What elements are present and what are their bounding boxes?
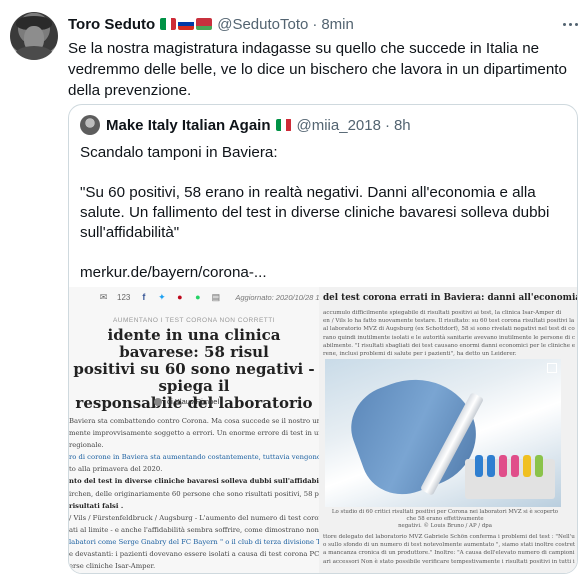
article-author: di Klaus Rimpel	[154, 397, 219, 406]
flag-italy-icon	[275, 119, 292, 131]
facebook-icon: f	[142, 292, 146, 302]
quoted-tweet-header: Make Italy Italian Again @miia_2018 · 8h	[80, 115, 411, 135]
quoted-author-flags	[275, 119, 292, 131]
article-line: labatori come Serge Gnabry del FC Bayern…	[69, 537, 319, 546]
article-line: Baviera sta combattendo contro Corona. M…	[69, 417, 319, 425]
print-icon: ▤	[211, 292, 221, 302]
timestamp[interactable]: 8min	[321, 16, 354, 33]
more-options-icon[interactable]	[560, 14, 580, 34]
test-tube	[511, 455, 519, 477]
article-line: al laboratorio MVZ di Augsburg (ex Schot…	[323, 326, 575, 333]
article-line: nto del test in diverse cliniche bavares…	[69, 477, 319, 486]
share-count: 123	[117, 293, 131, 302]
test-tube	[523, 455, 531, 477]
article-right-title: del test corona errati in Baviera: danni…	[323, 293, 578, 303]
author-flags	[160, 18, 213, 30]
quoted-tweet-text: Scandalo tamponi in Baviera: "Su 60 posi…	[80, 144, 550, 281]
article-line: / Vils / Fürstenfeldbruck / Augsburg - L…	[69, 513, 319, 522]
article-right-body-2: ttore delegato del laboratorio MVZ Gabri…	[323, 533, 575, 566]
quoted-timestamp: 8h	[393, 116, 411, 134]
article-line: mente improvvisamente soggetto a errori.…	[69, 429, 319, 438]
tweet[interactable]: Toro Seduto @SedutoToto · 8min Se la nos…	[0, 0, 588, 584]
tweet-header: Toro Seduto @SedutoToto · 8min	[68, 14, 354, 34]
test-tube	[535, 455, 543, 477]
article-right-body: accumulo difficilmente spiegabile di ris…	[323, 309, 575, 358]
article-line: accumulo difficilmente spiegabile di ris…	[323, 310, 562, 316]
article-line: to alla primavera del 2020.	[69, 465, 163, 474]
lab-photo	[325, 359, 561, 507]
share-bar: ✉ 123 f ✦ ● ● ▤ Aggiornato: 2020/10/28 1…	[99, 292, 348, 303]
article-line: ari accessori Non è stato possibile veri…	[323, 558, 575, 565]
article-line: ttore delegato del laboratorio MVZ Gabri…	[323, 534, 575, 540]
article-line: o sullo sfondo di un numero di test note…	[323, 542, 575, 549]
article-rubric: AUMENTANO I TEST CORONA NON CORRETTI	[112, 317, 276, 324]
author-name[interactable]: Toro Seduto	[68, 16, 155, 33]
article-body: Baviera sta combattendo contro Corona. M…	[69, 415, 319, 572]
article-line: e devastanti: i pazienti dovevano essere…	[69, 550, 319, 559]
tweet-text: Se la nostra magistratura indagasse su q…	[68, 40, 567, 99]
author-avatar[interactable]	[10, 12, 58, 60]
separator-dot: ·	[384, 116, 390, 134]
twitter-icon: ✦	[158, 292, 166, 302]
pinterest-icon: ●	[177, 292, 183, 302]
article-left-column: ✉ 123 f ✦ ● ● ▤ Aggiornato: 2020/10/28 1…	[69, 287, 348, 573]
article-line: rano quindi inutilmente isolati e le aut…	[323, 334, 575, 341]
whatsapp-icon: ●	[195, 292, 201, 302]
article-line: abilmente. "I risultati sbagliati dei te…	[323, 342, 575, 349]
article-line: rene, inclusi problemi di salute per i p…	[323, 351, 517, 358]
article-line: en / Vils lo ha fatto nuovamente testare…	[323, 318, 575, 325]
avatar-body	[14, 46, 54, 60]
article-line: ro di corone in Baviera sta aumentando c…	[69, 453, 319, 462]
quoted-author-avatar	[80, 115, 100, 135]
flag-italy-icon	[160, 18, 177, 30]
test-tube	[487, 455, 495, 477]
article-line: ati al limite - e anche l'affidabilità s…	[69, 525, 319, 534]
quoted-tweet[interactable]: Make Italy Italian Again @miia_2018 · 8h…	[68, 104, 578, 574]
share-icon: ✉	[99, 292, 108, 302]
author-handle[interactable]: @SedutoToto	[217, 16, 308, 33]
article-line: a mancanza cronica di un produttore." In…	[323, 550, 575, 557]
flag-russia-icon	[178, 18, 195, 30]
article-screenshot-image[interactable]: ✉ 123 f ✦ ● ● ▤ Aggiornato: 2020/10/28 1…	[69, 287, 578, 573]
separator-dot: ·	[312, 15, 318, 33]
flag-belarus-icon	[196, 18, 213, 30]
article-right-column: del test corona errati in Baviera: danni…	[319, 287, 578, 573]
test-tube	[475, 455, 483, 477]
expand-icon	[547, 363, 557, 373]
photo-caption: Lo studio di 60 critici risultati positi…	[331, 509, 559, 529]
article-line: erse cliniche Isar-Amper.	[69, 562, 156, 571]
quoted-author-name: Make Italy Italian Again	[106, 116, 271, 134]
article-line: regionale.	[69, 441, 104, 450]
author-photo-icon	[154, 397, 162, 406]
article-line: irchen, delle originariamente 60 persone…	[69, 489, 319, 498]
quoted-author-handle: @miia_2018	[296, 116, 381, 134]
article-line: risultati falsi .	[69, 501, 124, 510]
test-tube	[499, 455, 507, 477]
article-author-name: di Klaus Rimpel	[167, 397, 220, 406]
